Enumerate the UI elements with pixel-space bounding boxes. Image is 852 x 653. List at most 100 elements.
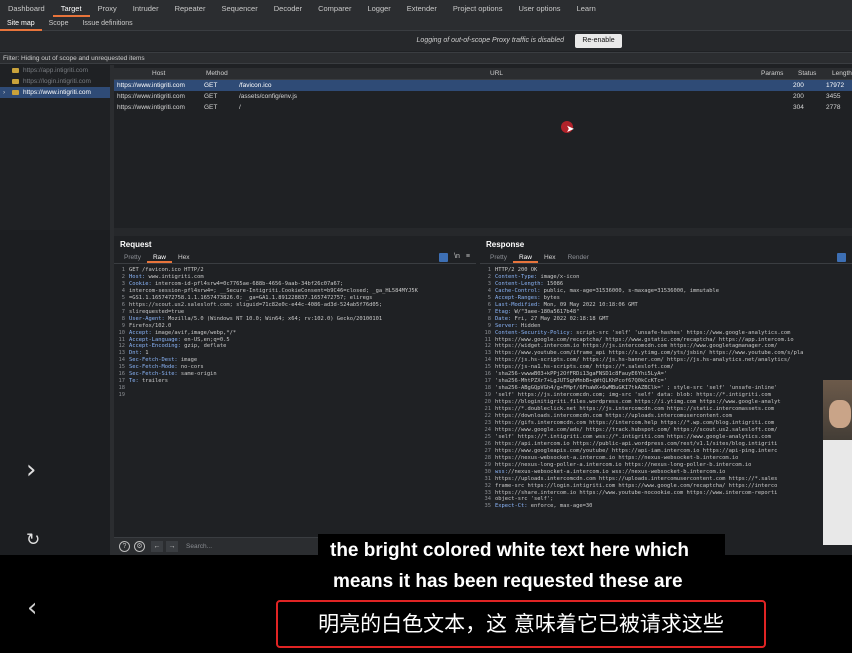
tab-dashboard[interactable]: Dashboard (0, 0, 53, 17)
code-line: 20 https://bloginitigriti.files.wordpress… (480, 399, 852, 406)
code-line: 4 intercom-session-pfl4srw4=; __Secure-In… (114, 288, 476, 295)
column-method[interactable]: Method (206, 70, 228, 77)
table-row[interactable]: https://www.intigriti.com GET /assets/co… (114, 91, 852, 102)
line-number: 34 (484, 496, 492, 503)
tab-raw[interactable]: Raw (146, 252, 172, 263)
line-text: https://www.google.com/recaptcha/ https:… (495, 336, 794, 343)
line-text: Content-Type: image/x-icon (495, 273, 580, 280)
line-text: 'sha256-vwwwB03+kPPj2OfFRDi13gaFNSD1c8Fa… (495, 371, 668, 378)
code-line: 31 https://uploads.intercomcdn.com https:… (480, 476, 852, 483)
subtab-issue-definitions[interactable]: Issue definitions (75, 17, 139, 31)
response-editor[interactable]: 1 HTTP/2 200 OK 2 Content-Type: image/x-ico… (480, 264, 852, 530)
code-line: 9 Firefox/102.0 (114, 323, 476, 330)
wrap-toggle-icon[interactable] (439, 253, 449, 262)
tab-user-options[interactable]: User options (510, 0, 568, 17)
tab-sequencer[interactable]: Sequencer (213, 0, 265, 17)
expand-arrow-icon[interactable]: › (3, 87, 5, 98)
webcam-overlay (823, 380, 852, 545)
line-text: wss://nexus-websocket-a.intercom.io wss:… (495, 468, 726, 475)
code-line: 25'self' https://*.intigriti.com wss://*… (480, 434, 852, 441)
line-number: 12 (118, 343, 126, 350)
table-row[interactable]: https://www.intigriti.com GET / 304 2778 (114, 102, 852, 113)
code-line: 6 Last-Modified: Mon, 09 May 2022 10:18:0… (480, 302, 852, 309)
request-pane: Request Pretty Raw Hex \n ≡ 1 GET /favico… (114, 236, 476, 555)
tab-logger[interactable]: Logger (359, 0, 398, 17)
code-line: 12 Accept-Encoding: gzip, deflate (114, 343, 476, 350)
line-text: Content-Security-Policy: script-src 'sel… (495, 329, 791, 336)
line-text: 'self' https://js.intercomcdn.com; img-s… (495, 392, 771, 399)
column-length[interactable]: Length (832, 70, 852, 77)
re-enable-button[interactable]: Re-enable (575, 34, 622, 48)
chevron-right-icon[interactable]: › (26, 455, 36, 485)
line-number: 26 (484, 440, 492, 447)
code-line: 29 https://nexus-long-poller-a.intercom.i… (480, 462, 852, 469)
code-line: 13 Dnt: 1 (114, 350, 476, 357)
line-text: https://gifs.intercomcdn.com https://int… (495, 419, 775, 426)
column-url[interactable]: URL (490, 70, 503, 77)
tab-intruder[interactable]: Intruder (125, 0, 167, 17)
column-status[interactable]: Status (798, 70, 816, 77)
line-text: intercom-session-pfl4srw4=; __Secure-Int… (129, 287, 418, 294)
line-number: 30 (484, 468, 492, 475)
tree-node[interactable]: https://login.intigriti.com (0, 76, 110, 87)
tab-proxy[interactable]: Proxy (90, 0, 125, 17)
line-text: 'self' https://*.intigriti.com wss://*.i… (495, 433, 771, 440)
tree-node[interactable]: https://app.intigriti.com (0, 65, 110, 76)
line-number: 33 (484, 489, 492, 496)
line-number: 19 (118, 392, 126, 399)
code-line: 23 https://gifs.intercomcdn.com https://i… (480, 420, 852, 427)
request-tools: \n ≡ (439, 253, 470, 262)
code-line: 30 wss://nexus-websocket-a.intercom.io ws… (480, 469, 852, 476)
tab-repeater[interactable]: Repeater (167, 0, 214, 17)
tab-extender[interactable]: Extender (399, 0, 445, 17)
wrap-toggle-icon[interactable] (837, 253, 846, 262)
column-params[interactable]: Params (761, 70, 783, 77)
line-text: Accept-Language: en-US,en;q=0.5 (129, 336, 230, 343)
code-line: 16 Sec-Fetch-Site: same-origin (114, 371, 476, 378)
tab-hex[interactable]: Hex (172, 252, 196, 263)
tab-hex[interactable]: Hex (538, 252, 562, 263)
line-text: Date: Fri, 27 May 2022 02:18:18 GMT (495, 315, 609, 322)
line-number: 17 (118, 378, 126, 385)
column-host[interactable]: Host (152, 70, 165, 77)
line-number: 14 (484, 357, 492, 364)
code-line: 9 Server: Hidden (480, 323, 852, 330)
tab-comparer[interactable]: Comparer (310, 0, 359, 17)
code-line: 16'sha256-vwwwB03+kPPj2OfFRDi13gaFNSD1c8… (480, 371, 852, 378)
chevron-left-icon[interactable]: ‹ (27, 593, 37, 623)
tab-render[interactable]: Render (562, 252, 595, 263)
tab-raw[interactable]: Raw (512, 252, 538, 263)
menu-icon[interactable]: ≡ (466, 253, 470, 262)
table-row[interactable]: https://www.intigriti.com GET /favicon.i… (114, 80, 852, 91)
line-text: Expect-Ct: enforce, max-age=30 (495, 503, 593, 510)
subtab-site-map[interactable]: Site map (0, 17, 42, 31)
tab-target[interactable]: Target (52, 0, 90, 17)
subtab-scope[interactable]: Scope (42, 17, 76, 31)
code-line: 11 Accept-Language: en-US,en;q=0.5 (114, 337, 476, 344)
line-text: https://scout.us2.salesloft.com; sliguid… (129, 301, 383, 308)
line-text: https://www.youtube.com/iframe_api https… (495, 350, 804, 357)
site-map-filter-bar[interactable]: Filter: Hiding out of scope and unreques… (0, 52, 852, 64)
subtitle-english-line-1: the bright colored white text here which (0, 540, 852, 562)
horizontal-splitter[interactable] (114, 228, 852, 236)
line-number: 17 (484, 378, 492, 385)
line-text: Sec-Fetch-Dest: image (129, 357, 198, 364)
tab-decoder[interactable]: Decoder (266, 0, 310, 17)
tab-pretty[interactable]: Pretty (484, 252, 513, 263)
line-number: 18 (484, 385, 492, 392)
tab-project-options[interactable]: Project options (445, 0, 511, 17)
line-number: 5 (487, 294, 491, 301)
line-text: https://nexus-long-poller-a.intercom.io … (495, 461, 752, 468)
request-editor[interactable]: 1 GET /favicon.ico HTTP/2 2 Host: www.intig… (114, 264, 476, 530)
code-line: 24 https://www.google.com/ads/ https://tr… (480, 427, 852, 434)
main-tab-bar: Dashboard Target Proxy Intruder Repeater Sequ… (0, 0, 852, 17)
line-text: https://www.google.com/ads/ https://trac… (495, 426, 778, 433)
line-number: 8 (121, 315, 125, 322)
response-title: Response (486, 240, 525, 249)
tab-pretty[interactable]: Pretty (118, 252, 147, 263)
line-number: 6 (121, 301, 125, 308)
code-line: 4 Cache-Control: public, max-age=31536000… (480, 288, 852, 295)
tree-node-selected[interactable]: › https://www.intigriti.com (0, 87, 110, 98)
newline-toggle[interactable]: \n (454, 253, 460, 262)
tab-learn[interactable]: Learn (569, 0, 604, 17)
